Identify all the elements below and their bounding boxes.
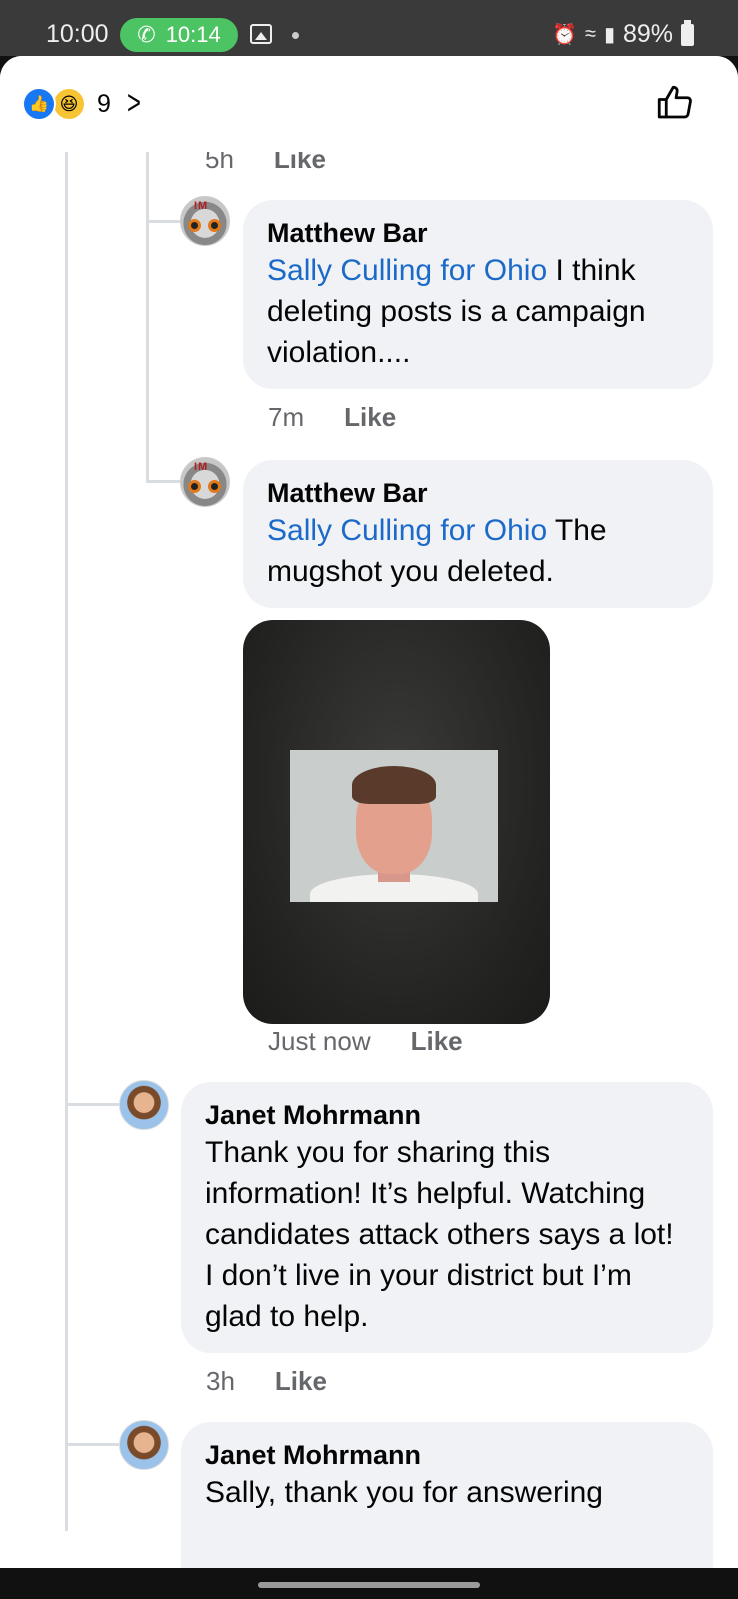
avatar[interactable]: [119, 1080, 169, 1130]
comment-meta: 7m Like: [268, 402, 396, 433]
mention-link[interactable]: Sally Culling for Ohio: [267, 254, 547, 287]
comment-bubble[interactable]: Matthew Bar Sally Culling for Ohio I thi…: [243, 200, 713, 389]
like-reaction-icon[interactable]: 👍: [22, 87, 56, 121]
phone-icon: ✆: [137, 22, 156, 47]
mention-link[interactable]: Sally Culling for Ohio: [267, 514, 547, 547]
signal-icon: ▮: [603, 24, 615, 46]
thread-branch: [146, 480, 180, 483]
comment-author[interactable]: Janet Mohrmann: [205, 1438, 689, 1472]
battery-icon: [681, 19, 694, 46]
wifi-icon: ≈: [584, 23, 596, 45]
avatar[interactable]: [119, 1420, 169, 1470]
status-bar: 10:00 ✆ 10:14 ⏰ ≈ ▮ 89%: [0, 0, 738, 56]
thread-line-outer: [65, 151, 68, 1531]
home-indicator[interactable]: [258, 1582, 480, 1588]
like-comment-button[interactable]: Like: [275, 1366, 327, 1397]
more-notifications-dot: [292, 32, 299, 39]
thread-branch: [65, 1443, 119, 1446]
comment-text: Sally, thank you for answering: [205, 1476, 603, 1509]
thread-line-inner: [146, 151, 149, 481]
comments-sheet: 👍 😆 9 > 5h Like IM Matthew Bar Sally Cul…: [0, 56, 738, 1568]
comment-text: Sally Culling for Ohio I think deleting …: [267, 254, 646, 369]
like-comment-button[interactable]: Like: [344, 402, 396, 433]
comment-author[interactable]: Janet Mohrmann: [205, 1098, 689, 1132]
comment-time: 3h: [206, 1366, 235, 1396]
comment-time: Just now: [268, 1026, 371, 1056]
like-comment-button[interactable]: Like: [411, 1026, 463, 1057]
chevron-right-icon[interactable]: >: [127, 84, 141, 123]
status-indicators: ⏰ ≈ ▮ 89%: [552, 19, 694, 49]
comment-author[interactable]: Matthew Bar: [267, 216, 689, 250]
ongoing-call-pill[interactable]: ✆ 10:14: [120, 18, 238, 52]
comment-bubble[interactable]: Matthew Bar Sally Culling for Ohio The m…: [243, 460, 713, 608]
reactions-bar: 👍 😆 9 >: [0, 56, 738, 151]
thumbs-up-icon: [657, 85, 692, 119]
comment-bubble[interactable]: Janet Mohrmann Thank you for sharing thi…: [181, 1082, 713, 1353]
haha-reaction-icon[interactable]: 😆: [52, 87, 86, 121]
mugshot-photo: [290, 750, 498, 902]
thread-branch: [146, 220, 180, 223]
battery-percent: 89%: [622, 20, 673, 48]
comment-bubble[interactable]: Janet Mohrmann Sally, thank you for answ…: [181, 1422, 713, 1568]
comment-meta: 3h Like: [206, 1366, 327, 1397]
avatar[interactable]: IM: [180, 196, 230, 246]
comment-image-attachment[interactable]: [243, 620, 550, 1024]
comment-author[interactable]: Matthew Bar: [267, 476, 689, 510]
avatar[interactable]: IM: [180, 457, 230, 507]
call-duration: 10:14: [165, 22, 221, 47]
alarm-icon: ⏰: [552, 24, 577, 46]
comment-text: Sally Culling for Ohio The mugshot you d…: [267, 514, 607, 588]
thread-branch: [65, 1103, 119, 1106]
gallery-notification-icon: [250, 24, 272, 44]
like-post-button[interactable]: [652, 80, 698, 126]
status-time: 10:00: [46, 20, 109, 48]
comment-meta: Just now Like: [268, 1026, 463, 1057]
comment-time: 7m: [268, 402, 305, 432]
reaction-count[interactable]: 9: [97, 90, 111, 119]
comment-text: Thank you for sharing this information! …: [205, 1136, 674, 1333]
